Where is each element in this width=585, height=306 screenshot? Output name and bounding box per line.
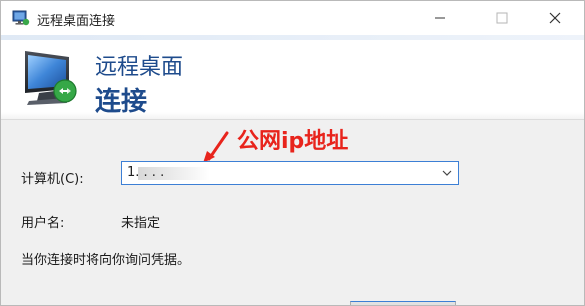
remote-desktop-monitor-icon [25, 51, 77, 105]
chevron-down-icon[interactable] [442, 169, 452, 177]
credentials-note: 当你连接时将向你询问凭据。 [21, 253, 191, 268]
window-title: 远程桌面连接 [37, 14, 116, 29]
header-banner: 远程桌面 连接 [1, 35, 584, 120]
maximize-button[interactable] [479, 1, 525, 35]
computer-value[interactable]: 1. . . . [127, 165, 164, 180]
computer-label: 计算机(C): [21, 172, 84, 187]
connect-button-partial[interactable] [350, 301, 456, 305]
username-label: 用户名: [21, 216, 65, 231]
annotation-arrow [203, 131, 229, 163]
close-button[interactable] [532, 1, 578, 35]
username-value: 未指定 [121, 216, 161, 231]
app-icon [12, 10, 30, 26]
remote-desktop-window: 远程桌面连接 远程桌面 连接 公网ip地址 计算机(C): 1. . . . 用… [0, 0, 585, 306]
banner-title-line1: 远程桌面 [95, 55, 184, 80]
title-bar[interactable]: 远程桌面连接 [1, 1, 584, 35]
maximize-icon [496, 12, 508, 24]
computer-combobox[interactable]: 1. . . . [121, 161, 459, 185]
annotation-text: 公网ip地址 [237, 129, 349, 154]
close-icon [549, 12, 561, 24]
minimize-icon [435, 17, 445, 19]
banner-title-line2: 连接 [95, 87, 148, 117]
minimize-button[interactable] [417, 1, 463, 35]
banner-stripe [1, 35, 584, 40]
